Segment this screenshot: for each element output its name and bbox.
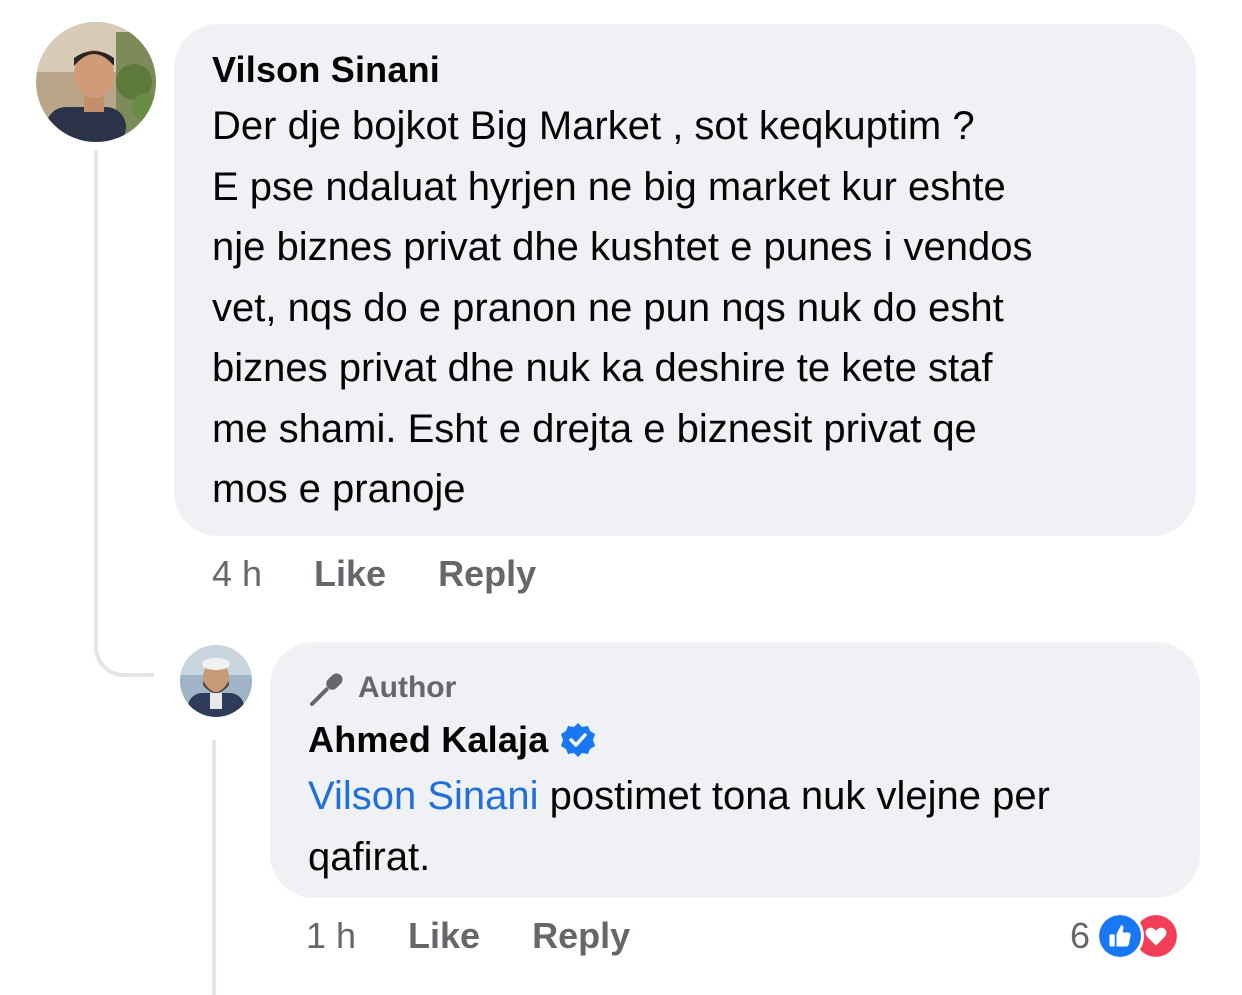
- comment-bubble: Vilson Sinani Der dje bojkot Big Market …: [174, 24, 1196, 536]
- comment-actions: 4 h Like Reply: [212, 550, 588, 598]
- avatar[interactable]: [36, 22, 156, 142]
- thread-connector-line: [94, 150, 154, 677]
- reply-bubble: Author Ahmed Kalaja Vilson Sinani postim…: [270, 642, 1200, 898]
- comment-text: Der dje bojkot Big Market , sot keqkupti…: [212, 104, 1033, 511]
- reply-author-name[interactable]: Ahmed Kalaja: [308, 718, 548, 762]
- like-icon: [1096, 912, 1145, 960]
- reply-button[interactable]: Reply: [532, 915, 630, 957]
- reaction-summary[interactable]: 6: [1070, 910, 1181, 962]
- like-button[interactable]: Like: [314, 553, 386, 595]
- microphone-icon: [310, 673, 343, 706]
- verified-badge-icon: [561, 723, 596, 757]
- reply-button[interactable]: Reply: [438, 553, 536, 595]
- avatar[interactable]: [180, 645, 252, 717]
- comment-author-name[interactable]: Vilson Sinani: [212, 48, 1158, 92]
- author-badge-label: Author: [358, 671, 457, 704]
- like-button[interactable]: Like: [408, 915, 480, 957]
- comment-timestamp[interactable]: 4 h: [212, 553, 262, 595]
- author-badge: Author: [308, 668, 1162, 708]
- mention-link[interactable]: Vilson Sinani: [308, 774, 539, 818]
- reply-thread-line: [212, 740, 216, 995]
- reply-timestamp[interactable]: 1 h: [306, 915, 356, 957]
- reply-actions: 1 h Like Reply: [306, 912, 682, 960]
- reaction-count: 6: [1070, 915, 1091, 956]
